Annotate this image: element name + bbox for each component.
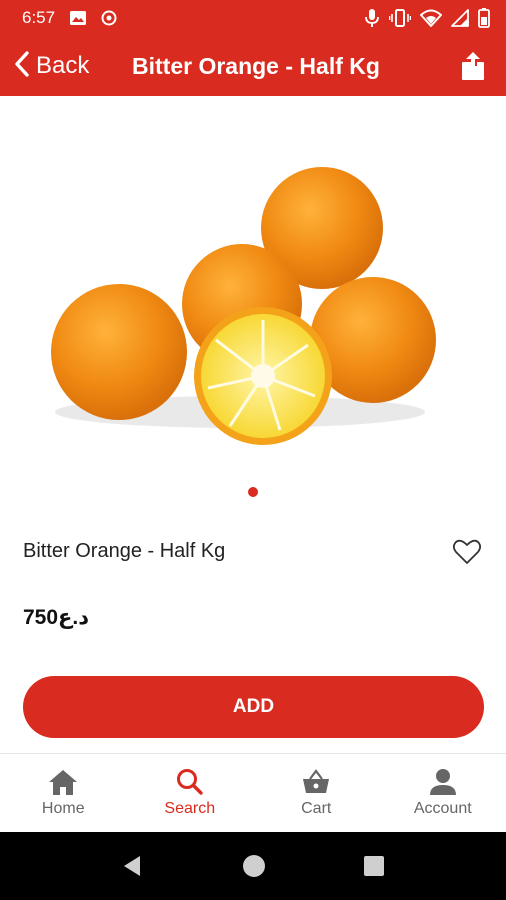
- wifi-icon: [420, 9, 442, 27]
- vibrate-icon: [389, 9, 411, 27]
- add-to-cart-button[interactable]: ADD: [23, 676, 484, 738]
- home-icon: [48, 768, 78, 796]
- nav-search[interactable]: Search: [127, 754, 254, 832]
- status-time: 6:57: [22, 8, 56, 27]
- nav-cart-label: Cart: [301, 800, 332, 817]
- status-bar: 6:57: [0, 0, 506, 36]
- person-icon: [428, 768, 458, 796]
- chevron-left-icon: [12, 50, 32, 83]
- page-title: Bitter Orange - Half Kg: [132, 53, 380, 79]
- status-bar-right: [364, 8, 490, 28]
- product-name: Bitter Orange - Half Kg: [23, 540, 226, 562]
- bottom-nav: Home Search Cart Account: [0, 753, 506, 832]
- nav-search-label: Search: [164, 800, 216, 817]
- system-recents-button[interactable]: [364, 856, 384, 876]
- search-icon: [175, 768, 205, 796]
- share-icon: [458, 52, 488, 86]
- back-button[interactable]: Back: [12, 36, 89, 96]
- status-bar-left: 6:57: [22, 8, 117, 28]
- record-icon: [101, 10, 117, 26]
- system-nav-bar: [0, 832, 506, 900]
- product-image: [40, 150, 460, 450]
- system-back-button[interactable]: [120, 854, 144, 878]
- back-label: Back: [36, 52, 90, 79]
- basket-icon: [301, 768, 331, 796]
- image-icon: [69, 9, 87, 27]
- app-header: Back Bitter Orange - Half Kg: [0, 36, 506, 96]
- signal-icon: [451, 9, 469, 27]
- carousel-indicator[interactable]: [248, 487, 258, 497]
- nav-home-label: Home: [41, 800, 85, 817]
- share-button[interactable]: [458, 50, 488, 82]
- battery-icon: [478, 8, 490, 28]
- system-home-button[interactable]: [243, 855, 265, 877]
- heart-outline-icon: [452, 539, 482, 571]
- nav-account-label: Account: [413, 800, 472, 817]
- mic-icon: [364, 8, 380, 28]
- triangle-back-icon: [124, 856, 140, 876]
- product-price: 750د.ع: [23, 606, 90, 629]
- nav-cart[interactable]: Cart: [253, 754, 380, 832]
- nav-account[interactable]: Account: [380, 754, 506, 832]
- nav-home[interactable]: Home: [0, 754, 127, 832]
- favorite-button[interactable]: [452, 537, 482, 567]
